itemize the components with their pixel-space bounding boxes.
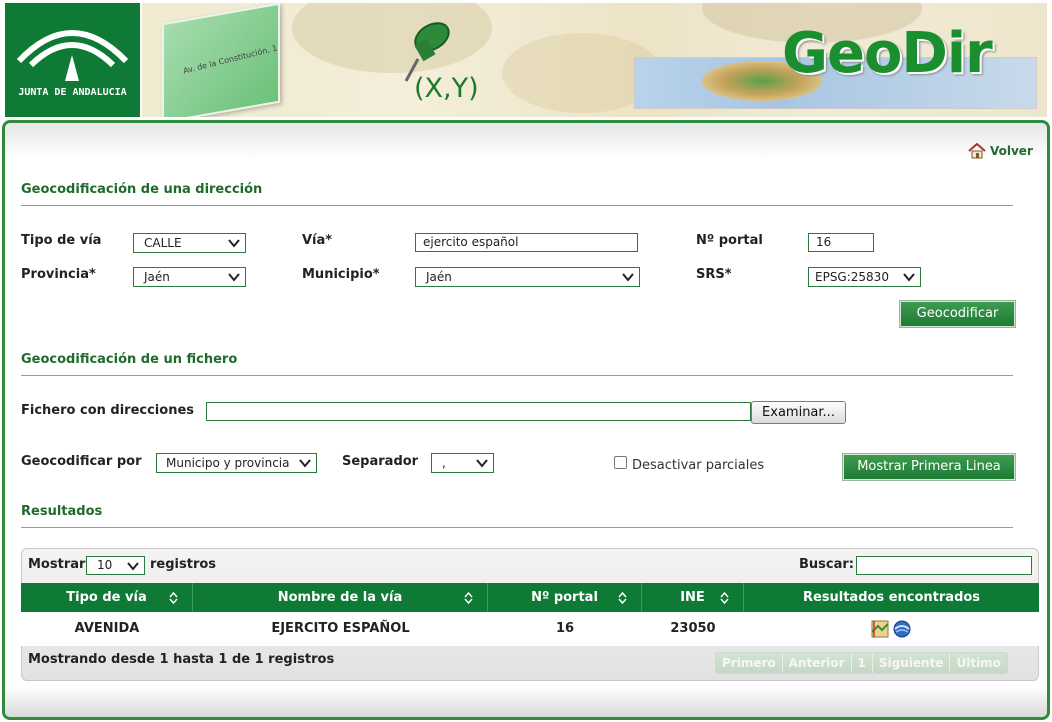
chevron-down-icon — [228, 239, 240, 248]
separator-value: , — [442, 456, 446, 470]
sort-icon — [720, 592, 729, 604]
pagination-previous[interactable]: Anterior — [782, 653, 852, 673]
via-label: Vía* — [302, 233, 333, 248]
results-info: Mostrando desde 1 hasta 1 de 1 registros — [28, 652, 335, 667]
show-label: Mostrar — [28, 557, 86, 572]
column-header-nombre[interactable]: Nombre de la vía — [193, 583, 488, 613]
cell-ine: 23050 — [670, 621, 716, 636]
column-header-tipo[interactable]: Tipo de vía — [21, 583, 193, 613]
separator-select[interactable]: , — [431, 453, 494, 473]
app-title: GeoDir — [782, 21, 993, 86]
geocode-by-label: Geocodificar por — [21, 454, 142, 469]
sort-icon — [464, 592, 473, 604]
geocode-by-value: Municipo y provincia — [166, 456, 290, 470]
page-size-value: 10 — [97, 558, 113, 572]
logo-text: JUNTA DE ANDALUCIA — [18, 87, 127, 98]
chevron-down-icon — [903, 273, 915, 282]
column-header-ine[interactable]: INE — [642, 583, 744, 613]
header-banner: JUNTA DE ANDALUCIA Av. de la Constitució… — [0, 0, 1052, 120]
search-label: Buscar: — [799, 557, 854, 572]
tipo-via-label: Tipo de vía — [21, 233, 102, 248]
pagination-current[interactable]: 1 — [851, 653, 873, 673]
section-divider — [21, 527, 1013, 528]
logo-emblem-icon — [16, 30, 129, 81]
column-header-label: Nombre de la vía — [277, 590, 403, 605]
browse-button[interactable]: Examinar... — [751, 401, 846, 424]
coordinates-label: (X,Y) — [414, 73, 479, 104]
cell-portal: 16 — [555, 621, 575, 636]
back-link-label: Volver — [990, 144, 1033, 158]
file-label: Fichero con direcciones — [21, 403, 194, 418]
pagination-last[interactable]: Último — [950, 653, 1007, 673]
tipo-via-value: CALLE — [144, 236, 182, 250]
pagination: Primero Anterior 1 Siguiente Último — [715, 652, 1008, 674]
municipio-value: Jaén — [426, 270, 452, 284]
separator-label: Separador — [342, 454, 419, 469]
file-path-input[interactable] — [206, 402, 751, 421]
file-section-title: Geocodificación de un fichero — [21, 352, 238, 367]
column-header-portal[interactable]: Nº portal — [488, 583, 642, 613]
back-link[interactable]: Volver — [968, 143, 1033, 159]
cell-nombre: EJERCITO ESPAÑOL — [271, 621, 410, 636]
chevron-down-icon — [299, 459, 311, 468]
portal-input[interactable]: 16 — [808, 233, 874, 252]
column-header-label: Resultados encontrados — [802, 590, 981, 605]
via-input[interactable]: ejercito español — [415, 233, 638, 252]
home-icon — [968, 143, 986, 159]
page-size-select[interactable]: 10 — [86, 556, 145, 575]
chevron-down-icon — [228, 273, 240, 282]
banner-artwork: Av. de la Constitución, 1 (X,Y) GeoDir — [142, 3, 1047, 117]
disable-partial-checkbox[interactable] — [614, 456, 627, 469]
column-header-label: Nº portal — [531, 590, 598, 605]
srs-value: EPSG:25830 — [815, 270, 889, 284]
section-divider — [21, 375, 1013, 376]
junta-de-andalucia-logo: JUNTA DE ANDALUCIA — [5, 3, 140, 117]
chevron-down-icon — [622, 273, 634, 282]
geocode-by-select[interactable]: Municipo y provincia — [156, 453, 317, 473]
table-header: Tipo de vía Nombre de la vía Nº portal I… — [21, 583, 1039, 613]
provincia-value: Jaén — [144, 270, 170, 284]
srs-select[interactable]: EPSG:25830 — [808, 267, 921, 287]
pagination-first[interactable]: Primero — [716, 653, 783, 673]
sort-icon — [169, 592, 178, 604]
show-first-line-button[interactable]: Mostrar Primera Linea — [842, 453, 1016, 481]
address-section-title: Geocodificación de una dirección — [21, 182, 263, 197]
pagination-next[interactable]: Siguiente — [872, 653, 951, 673]
municipio-select[interactable]: Jaén — [415, 267, 640, 287]
panel-top-shade — [5, 123, 1047, 159]
chevron-down-icon — [127, 562, 139, 571]
srs-label: SRS* — [696, 267, 732, 282]
cell-tipo: AVENIDA — [74, 621, 140, 636]
provincia-label: Provincia* — [21, 267, 96, 282]
disable-partial-label: Desactivar parciales — [632, 458, 765, 473]
map-icon[interactable] — [871, 620, 889, 638]
column-header-resultados: Resultados encontrados — [744, 583, 1039, 613]
geocode-button[interactable]: Geocodificar — [899, 300, 1016, 328]
column-header-label: INE — [680, 590, 705, 605]
portal-label: Nº portal — [696, 233, 763, 248]
column-header-label: Tipo de vía — [66, 590, 147, 605]
section-divider — [21, 205, 1013, 206]
globe-icon[interactable] — [893, 620, 911, 638]
provincia-select[interactable]: Jaén — [133, 267, 246, 287]
records-label: registros — [150, 557, 217, 572]
municipio-label: Municipio* — [302, 267, 380, 282]
tipo-via-select[interactable]: CALLE — [133, 233, 246, 253]
results-section-title: Resultados — [21, 504, 103, 519]
search-input[interactable] — [856, 556, 1032, 575]
chevron-down-icon — [476, 459, 488, 468]
panel-bottom-shade — [5, 687, 1047, 717]
sort-icon — [618, 592, 627, 604]
